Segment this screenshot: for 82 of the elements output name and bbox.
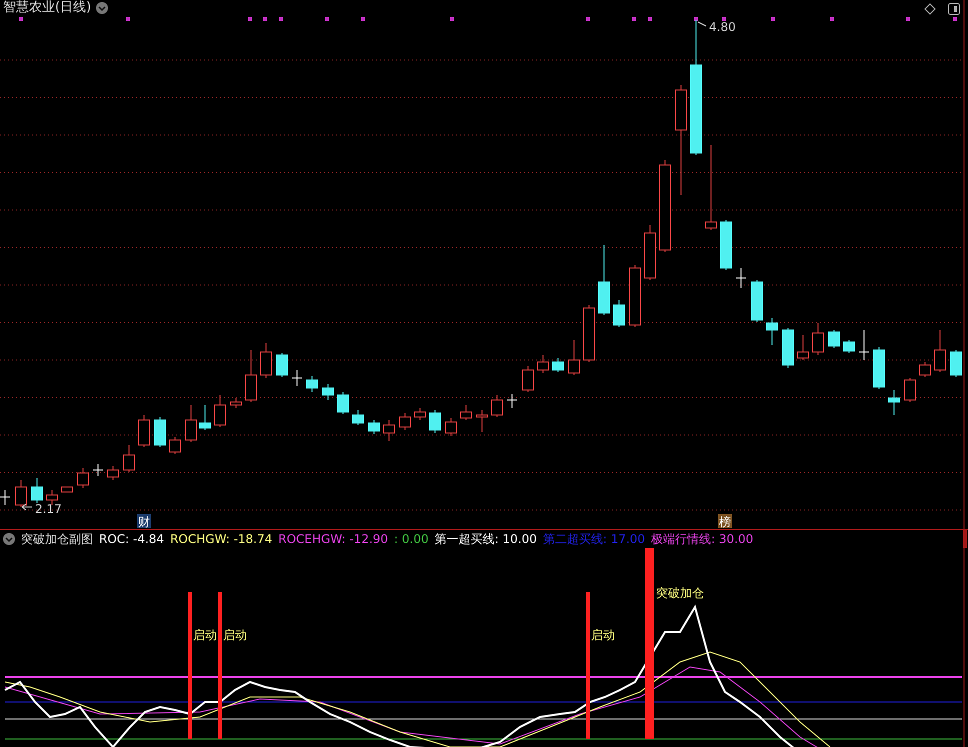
candle <box>888 390 900 416</box>
indicator-name: 突破加仓副图 <box>21 530 93 548</box>
candle <box>568 340 580 376</box>
event-marker[interactable]: 财 <box>137 514 151 529</box>
candle <box>445 418 457 436</box>
candle <box>797 334 809 360</box>
candle <box>919 362 931 378</box>
signal-label: 启动 <box>193 628 217 642</box>
signal-label: 启动 <box>591 628 615 642</box>
candle <box>644 224 656 280</box>
panel-toggle-icon[interactable] <box>948 3 960 15</box>
candle <box>123 444 135 472</box>
indicator-value: ROC: -4.84 <box>99 532 164 546</box>
candle <box>46 490 58 506</box>
leader-line <box>698 22 706 26</box>
candle <box>230 398 242 408</box>
candle <box>214 394 226 428</box>
event-marker[interactable]: 榜 <box>718 514 732 529</box>
candle <box>260 342 272 378</box>
candle <box>613 300 625 328</box>
candle <box>506 394 518 408</box>
candle <box>491 394 503 418</box>
leader-line <box>22 504 32 510</box>
candle <box>766 318 778 346</box>
candle <box>736 268 746 288</box>
candle <box>292 370 302 386</box>
candle <box>337 392 349 414</box>
candle <box>199 404 211 430</box>
low-price-label: 2.17 <box>35 502 62 516</box>
candle <box>934 330 946 372</box>
candle <box>322 384 334 400</box>
candle <box>107 466 119 480</box>
candle <box>399 412 411 430</box>
dropdown-icon[interactable] <box>3 533 15 545</box>
candle <box>629 264 641 328</box>
candle <box>583 304 595 362</box>
candle <box>154 416 166 448</box>
candle <box>92 464 104 476</box>
diamond-icon[interactable] <box>924 3 936 15</box>
signal-label: 突破加仓 <box>656 586 704 600</box>
candle <box>414 408 426 420</box>
candle <box>306 376 318 392</box>
candle <box>185 404 197 442</box>
candle <box>873 346 885 390</box>
candle <box>383 420 395 442</box>
candle <box>828 330 840 348</box>
indicator-value: 第一超买线: 10.00 <box>434 530 537 548</box>
indicator-value: ROCHGW: -18.74 <box>170 532 272 546</box>
candle <box>720 220 732 270</box>
candle <box>858 330 870 360</box>
indicator-value: 极端行情线: 30.00 <box>651 530 754 548</box>
candle <box>950 350 962 378</box>
candle <box>537 354 549 374</box>
dropdown-icon[interactable] <box>96 2 108 14</box>
chart-title: 智慧农业(日线) <box>3 1 92 15</box>
indicator-value: 第二超买线: 17.00 <box>542 530 646 548</box>
high-price-label: 4.80 <box>709 20 736 34</box>
candle <box>245 350 257 402</box>
candle <box>429 410 441 434</box>
candle <box>522 366 534 392</box>
candle <box>843 340 855 354</box>
candle <box>352 410 364 426</box>
indicator-value: ROCEHGW: -12.90 <box>278 532 388 546</box>
candle <box>276 352 288 378</box>
candle <box>552 358 564 372</box>
candle <box>782 328 794 368</box>
candle <box>31 478 43 504</box>
candle <box>812 322 824 356</box>
candle <box>368 420 380 434</box>
candle <box>169 436 181 454</box>
candle <box>904 378 916 402</box>
candle <box>476 410 488 432</box>
candle <box>138 414 150 448</box>
signal-label: 启动 <box>223 628 247 642</box>
indicator-value: : 0.00 <box>394 532 429 546</box>
candle <box>751 280 763 322</box>
candle <box>598 244 610 316</box>
candle <box>0 490 10 506</box>
candle <box>460 404 472 420</box>
candle <box>15 480 27 508</box>
candle <box>77 468 89 488</box>
candle <box>61 486 73 492</box>
